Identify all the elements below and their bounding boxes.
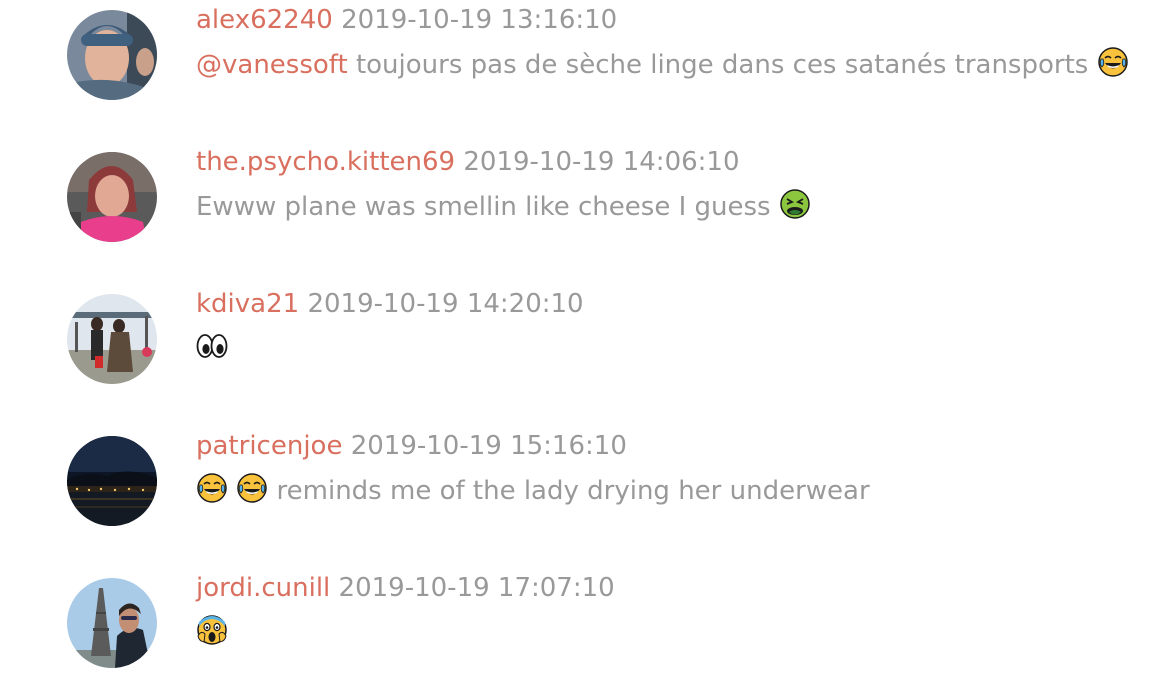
comment-text: reminds me of the lady drying her underw… [196,472,870,509]
timestamp: 2019-10-19 17:07:10 [338,573,615,603]
avatar-photo [67,10,157,100]
avatar[interactable] [67,294,157,384]
username-link[interactable]: patricenjoe [196,431,342,461]
avatar-photo [67,294,157,384]
username-link[interactable]: the.psycho.kitten69 [196,147,455,177]
comment-meta: patricenjoe 2019-10-19 15:16:10 [196,430,627,462]
comment-meta: kdiva21 2019-10-19 14:20:10 [196,288,584,320]
avatar-photo [67,436,157,526]
comment-item: patricenjoe 2019-10-19 15:16:10 reminds … [0,430,1172,530]
timestamp: 2019-10-19 14:06:10 [463,147,740,177]
username-link[interactable]: jordi.cunill [196,573,330,603]
comment-item: jordi.cunill 2019-10-19 17:07:10 [0,572,1172,672]
comment-meta: jordi.cunill 2019-10-19 17:07:10 [196,572,615,604]
timestamp: 2019-10-19 13:16:10 [341,5,618,35]
comment-text: Ewww plane was smellin like cheese I gue… [196,188,811,225]
username-link[interactable]: kdiva21 [196,289,299,319]
comment-item: the.psycho.kitten69 2019-10-19 14:06:10 … [0,146,1172,246]
avatar[interactable] [67,152,157,242]
comment-text [196,330,228,367]
comment-text [196,614,228,651]
comment-meta: the.psycho.kitten69 2019-10-19 14:06:10 [196,146,740,178]
comment-item: alex62240 2019-10-19 13:16:10 @vanessoft… [0,4,1172,104]
nauseated-face-icon [779,188,811,220]
comment-text: @vanessoft toujours pas de sèche linge d… [196,46,1129,83]
comment-body: reminds me of the lady drying her underw… [268,476,870,506]
tears-of-joy-icon [236,472,268,504]
comment-list: alex62240 2019-10-19 13:16:10 @vanessoft… [0,0,1172,675]
comment-meta: alex62240 2019-10-19 13:16:10 [196,4,617,36]
timestamp: 2019-10-19 15:16:10 [350,431,627,461]
mention-link[interactable]: @vanessoft [196,50,348,80]
comment-body: Ewww plane was smellin like cheese I gue… [196,192,779,222]
avatar[interactable] [67,578,157,668]
comment-item: kdiva21 2019-10-19 14:20:10 [0,288,1172,388]
timestamp: 2019-10-19 14:20:10 [307,289,584,319]
comment-body: toujours pas de sèche linge dans ces sat… [347,50,1097,80]
avatar[interactable] [67,436,157,526]
avatar-photo [67,152,157,242]
avatar[interactable] [67,10,157,100]
username-link[interactable]: alex62240 [196,5,333,35]
tears-of-joy-icon [1097,46,1129,78]
eyes-icon [196,330,228,362]
screaming-face-icon [196,614,228,646]
avatar-photo [67,578,157,668]
tears-of-joy-icon [196,472,228,504]
